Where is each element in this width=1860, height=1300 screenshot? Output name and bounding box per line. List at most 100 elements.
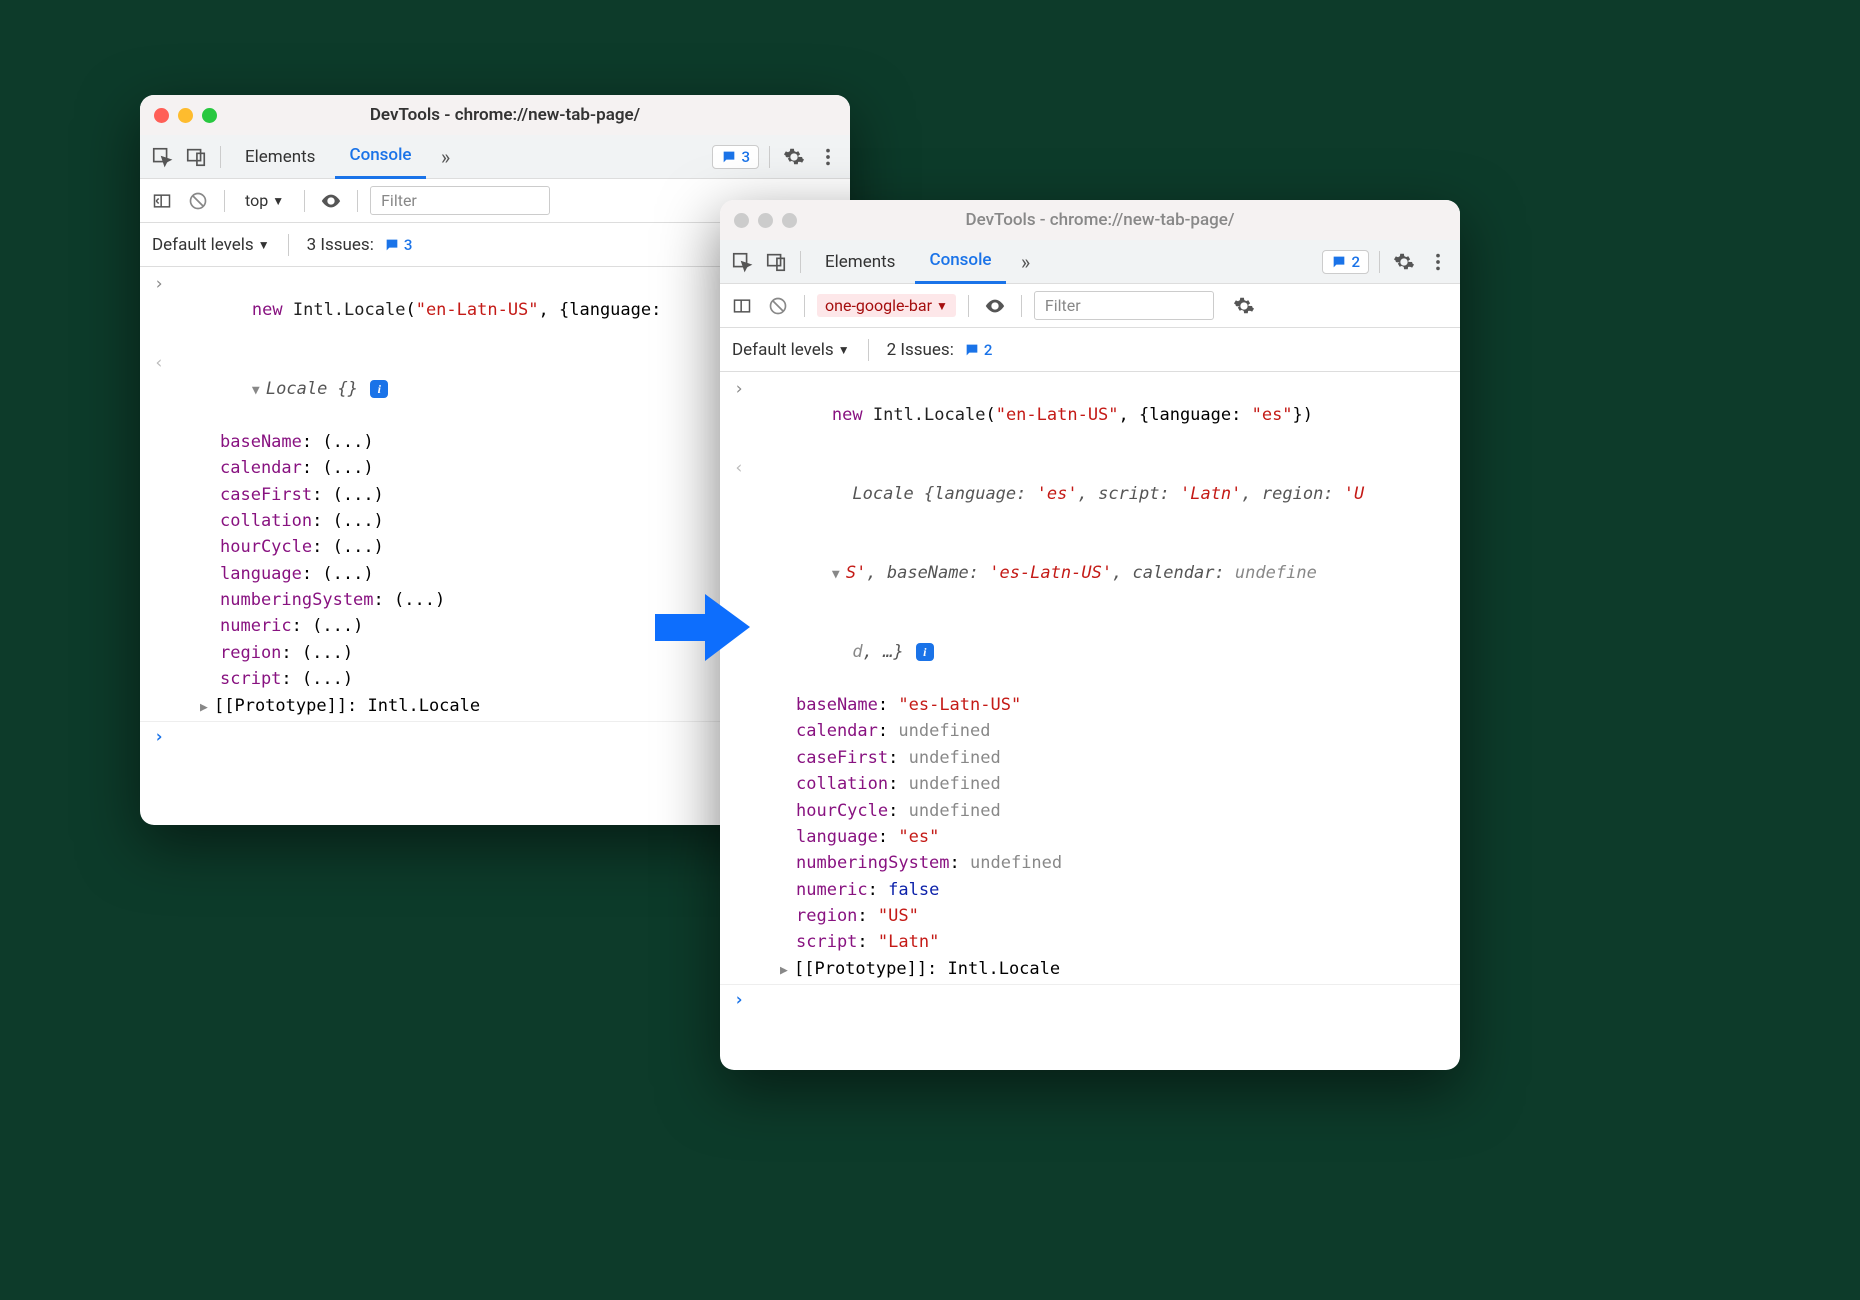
kebab-menu-icon[interactable] xyxy=(1424,248,1452,276)
expand-toggle-icon[interactable]: ▼ xyxy=(252,381,266,401)
issues-link[interactable]: 3 Issues: 3 xyxy=(307,235,417,255)
more-tabs-icon[interactable]: » xyxy=(1012,248,1040,276)
prop-row[interactable]: calendar: undefined xyxy=(720,718,1460,744)
prop-row[interactable]: collation: undefined xyxy=(720,771,1460,797)
prompt-icon: › xyxy=(148,271,170,350)
console-toolbar: one-google-bar ▼ Filter xyxy=(720,284,1460,328)
prop-row[interactable]: numeric: false xyxy=(720,877,1460,903)
sidebar-toggle-icon[interactable] xyxy=(148,187,176,215)
tab-elements[interactable]: Elements xyxy=(231,135,329,179)
divider xyxy=(357,190,358,212)
minimize-window-icon[interactable] xyxy=(758,213,773,228)
levels-selector[interactable]: Default levels ▼ xyxy=(152,235,270,255)
prop-row[interactable]: caseFirst: undefined xyxy=(720,745,1460,771)
comparison-arrow-icon xyxy=(655,590,750,665)
expand-toggle-icon[interactable]: ▼ xyxy=(832,565,846,585)
maximize-window-icon[interactable] xyxy=(782,213,797,228)
issues-count: 2 xyxy=(1351,253,1360,271)
filter-input[interactable]: Filter xyxy=(1034,291,1214,320)
devtools-window-right: DevTools - chrome://new-tab-page/ Elemen… xyxy=(720,200,1460,1070)
divider xyxy=(1379,251,1380,273)
close-window-icon[interactable] xyxy=(154,108,169,123)
divider xyxy=(868,339,869,361)
chevron-down-icon: ▼ xyxy=(838,343,850,357)
prompt-icon: › xyxy=(728,376,750,455)
chevron-down-icon: ▼ xyxy=(936,299,948,313)
prompt-icon: › xyxy=(148,724,170,750)
message-icon xyxy=(721,149,737,165)
titlebar[interactable]: DevTools - chrome://new-tab-page/ xyxy=(140,95,850,135)
minimize-window-icon[interactable] xyxy=(178,108,193,123)
clear-console-icon[interactable] xyxy=(184,187,212,215)
device-toggle-icon[interactable] xyxy=(182,143,210,171)
object-summary[interactable]: Locale {language: 'es', script: 'Latn', … xyxy=(750,455,1452,534)
console-output-row: ▼S', baseName: 'es-Latn-US', calendar: u… xyxy=(720,534,1460,613)
object-header[interactable]: Locale {} xyxy=(266,379,358,399)
titlebar[interactable]: DevTools - chrome://new-tab-page/ xyxy=(720,200,1460,240)
window-title: DevTools - chrome://new-tab-page/ xyxy=(806,210,1394,230)
console-output-row: d, …} i xyxy=(720,613,1460,692)
gear-icon[interactable] xyxy=(1390,248,1418,276)
eye-icon[interactable] xyxy=(317,187,345,215)
inspect-icon[interactable] xyxy=(148,143,176,171)
info-badge-icon[interactable]: i xyxy=(370,380,388,398)
devtools-tabbar: Elements Console » 3 xyxy=(140,135,850,179)
prop-row[interactable]: numberingSystem: undefined xyxy=(720,850,1460,876)
device-toggle-icon[interactable] xyxy=(762,248,790,276)
issues-count: 3 xyxy=(741,148,750,166)
proto-row[interactable]: ▶[[Prototype]]: Intl.Locale xyxy=(720,956,1460,982)
output-icon: ‹ xyxy=(728,455,750,534)
tab-console[interactable]: Console xyxy=(335,135,425,179)
divider xyxy=(1021,295,1022,317)
prop-row[interactable]: script: "Latn" xyxy=(720,929,1460,955)
tab-console[interactable]: Console xyxy=(915,240,1005,284)
close-window-icon[interactable] xyxy=(734,213,749,228)
inspect-icon[interactable] xyxy=(728,248,756,276)
console-levels-bar: Default levels ▼ 2 Issues: 2 xyxy=(720,328,1460,372)
prop-row[interactable]: language: "es" xyxy=(720,824,1460,850)
prop-row[interactable]: baseName: "es-Latn-US" xyxy=(720,692,1460,718)
context-label: one-google-bar xyxy=(825,296,932,315)
filter-input[interactable]: Filter xyxy=(370,186,550,215)
issues-label: 3 Issues: xyxy=(307,235,374,255)
context-selector[interactable]: top ▼ xyxy=(237,189,292,212)
console-output-row: ‹ Locale {language: 'es', script: 'Latn'… xyxy=(720,455,1460,534)
divider xyxy=(220,146,221,168)
issues-badge[interactable]: 2 xyxy=(1322,250,1369,274)
tab-elements[interactable]: Elements xyxy=(811,240,909,284)
expand-toggle-icon[interactable]: ▶ xyxy=(200,698,214,718)
message-icon xyxy=(384,237,400,253)
maximize-window-icon[interactable] xyxy=(202,108,217,123)
message-icon xyxy=(1331,254,1347,270)
context-selector[interactable]: one-google-bar ▼ xyxy=(817,294,956,317)
info-badge-icon[interactable]: i xyxy=(916,643,934,661)
divider xyxy=(804,295,805,317)
console-body[interactable]: › new Intl.Locale("en-Latn-US", {languag… xyxy=(720,372,1460,1070)
divider xyxy=(968,295,969,317)
chevron-down-icon: ▼ xyxy=(258,238,270,252)
message-icon xyxy=(964,342,980,358)
window-title: DevTools - chrome://new-tab-page/ xyxy=(226,105,784,125)
prop-row[interactable]: hourCycle: undefined xyxy=(720,798,1460,824)
output-icon: ‹ xyxy=(148,350,170,429)
chevron-down-icon: ▼ xyxy=(272,194,284,208)
levels-selector[interactable]: Default levels ▼ xyxy=(732,340,850,360)
gear-icon[interactable] xyxy=(1230,292,1258,320)
expand-toggle-icon[interactable]: ▶ xyxy=(780,961,794,981)
divider xyxy=(800,251,801,273)
clear-console-icon[interactable] xyxy=(764,292,792,320)
gear-icon[interactable] xyxy=(780,143,808,171)
prop-row[interactable]: region: "US" xyxy=(720,903,1460,929)
prompt-icon: › xyxy=(728,987,750,1013)
sidebar-toggle-icon[interactable] xyxy=(728,292,756,320)
divider xyxy=(720,984,1460,985)
more-tabs-icon[interactable]: » xyxy=(432,143,460,171)
issues-label: 2 Issues: xyxy=(887,340,954,360)
eye-icon[interactable] xyxy=(981,292,1009,320)
kebab-menu-icon[interactable] xyxy=(814,143,842,171)
divider xyxy=(288,234,289,256)
issues-link[interactable]: 2 Issues: 2 xyxy=(887,340,997,360)
context-label: top xyxy=(245,191,268,210)
console-prompt[interactable]: › xyxy=(720,987,1460,1013)
issues-badge[interactable]: 3 xyxy=(712,145,759,169)
